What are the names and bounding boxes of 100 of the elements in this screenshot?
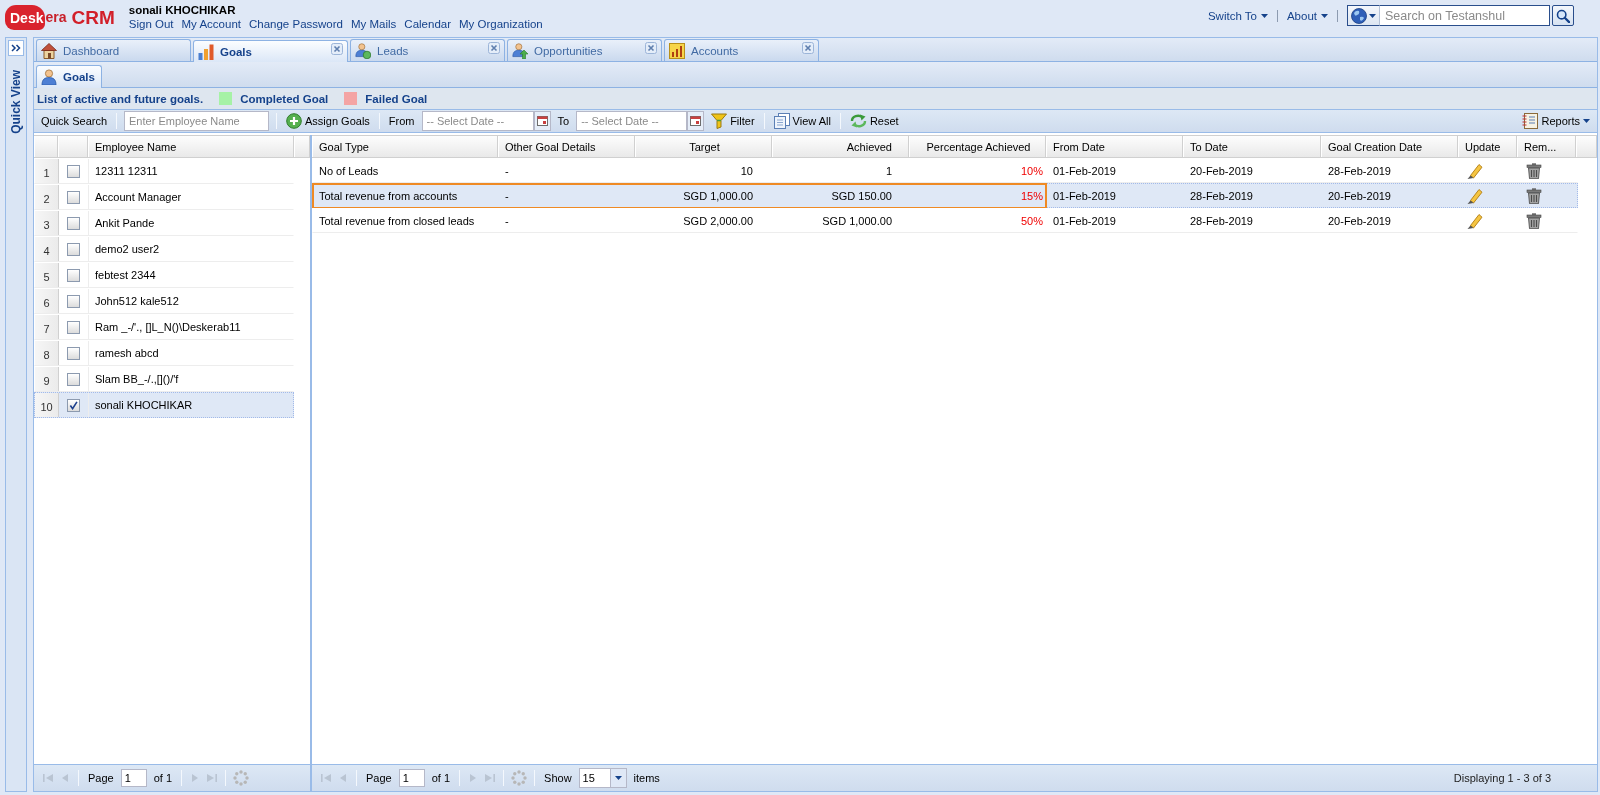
column-header[interactable]: Target: [635, 136, 772, 157]
header-link[interactable]: My Mails: [350, 18, 397, 30]
table-cell: SGD 150.00: [831, 189, 892, 202]
reports-button[interactable]: Reports: [1520, 113, 1592, 129]
reset-button[interactable]: Reset: [847, 113, 901, 129]
column-header[interactable]: To Date: [1183, 136, 1321, 157]
column-header[interactable]: Update: [1458, 136, 1517, 157]
assign-goals-button[interactable]: Assign Goals: [284, 113, 372, 129]
row-number: 2: [35, 185, 59, 209]
chart-document-icon: [669, 42, 685, 59]
row-checkbox[interactable]: [67, 190, 80, 204]
expand-button[interactable]: [8, 40, 24, 56]
dropdown-menu[interactable]: Switch To: [1207, 9, 1268, 22]
table-cell: -: [505, 214, 509, 227]
row-checkbox[interactable]: [67, 346, 80, 360]
tab[interactable]: Goals: [36, 65, 102, 88]
refresh-icon[interactable]: [233, 770, 250, 786]
row-checkbox[interactable]: [67, 164, 80, 178]
table-cell: 10: [740, 164, 753, 177]
column-header[interactable]: Rem...: [1517, 136, 1576, 157]
table-row[interactable]: 4 demo2 user2: [34, 236, 294, 262]
close-icon[interactable]: [488, 42, 500, 54]
table-cell: -: [505, 189, 509, 202]
table-row[interactable]: Total revenue from closed leads - SGD 2,000.00 SGD 1,000.00 50% 01-Feb-2019 28-Feb-2019 20-Feb-2019: [312, 208, 1578, 233]
view-all-button[interactable]: View All: [771, 113, 833, 129]
pencil-icon[interactable]: [1467, 162, 1483, 179]
product-name: CRM: [71, 7, 115, 29]
header-link[interactable]: My Account: [181, 18, 241, 30]
table-row[interactable]: 7 Ram _-/'., []L_N()\Deskerab11: [34, 314, 294, 340]
table-row[interactable]: 6 John512 kale512: [34, 288, 294, 314]
tab[interactable]: Opportunities: [507, 39, 662, 61]
row-checkbox[interactable]: [67, 294, 80, 308]
column-header[interactable]: Other Goal Details: [498, 136, 635, 157]
column-header[interactable]: Achieved: [772, 136, 909, 157]
table-row[interactable]: 2 Account Manager: [34, 184, 294, 210]
row-checkbox[interactable]: [67, 372, 80, 386]
employee-search-field[interactable]: Enter Employee Name: [124, 111, 270, 131]
header-link[interactable]: My Organization: [459, 18, 543, 30]
table-cell: SGD 1,000.00: [822, 214, 892, 227]
close-icon[interactable]: [802, 42, 814, 54]
table-cell: 50%: [1020, 214, 1043, 227]
column-header[interactable]: Employee Name: [88, 136, 294, 157]
table-row[interactable]: 10 sonali KHOCHIKAR: [34, 392, 294, 418]
quick-view-title[interactable]: Quick View: [9, 70, 23, 134]
person-icon: [41, 69, 57, 85]
row-checkbox[interactable]: [67, 398, 80, 412]
row-number: 7: [35, 315, 59, 339]
table-cell: 01-Feb-2019: [1053, 189, 1116, 202]
page-input[interactable]: 1: [398, 769, 425, 787]
table-row[interactable]: Total revenue from accounts - SGD 1,000.00 SGD 150.00 15% 01-Feb-2019 28-Feb-2019 20-Feb-2019: [312, 183, 1578, 208]
table-row[interactable]: 1 12311 12311: [34, 158, 294, 184]
calendar-icon[interactable]: [687, 111, 705, 131]
column-header[interactable]: Goal Type: [312, 136, 498, 157]
table-cell: No of Leads: [319, 164, 379, 177]
search-field[interactable]: Search on Testanshul: [1380, 5, 1550, 26]
row-number: 4: [35, 237, 59, 261]
table-row[interactable]: 9 Slam BB_-/.,[]()/'f: [34, 366, 294, 392]
table-cell: 1: [885, 164, 892, 177]
close-icon[interactable]: [331, 43, 343, 55]
house-icon: [41, 42, 57, 59]
trash-icon[interactable]: [1526, 162, 1542, 179]
header-link[interactable]: Sign Out: [128, 18, 174, 30]
row-checkbox[interactable]: [67, 268, 80, 282]
tab[interactable]: Leads: [350, 39, 505, 61]
column-header[interactable]: Goal Creation Date: [1321, 136, 1458, 157]
close-icon[interactable]: [645, 42, 657, 54]
row-checkbox[interactable]: [67, 242, 80, 256]
calendar-icon[interactable]: [533, 111, 551, 131]
table-cell: 28-Feb-2019: [1190, 214, 1253, 227]
tab[interactable]: Dashboard: [36, 39, 191, 61]
pencil-icon[interactable]: [1467, 212, 1483, 229]
trash-icon[interactable]: [1526, 187, 1542, 204]
dropdown-menu[interactable]: About: [1286, 9, 1328, 22]
search-icon: [1556, 8, 1570, 23]
date-field[interactable]: -- Select Date --: [576, 111, 688, 131]
search-scope-button[interactable]: [1347, 5, 1380, 26]
column-header[interactable]: Percentage Achieved: [909, 136, 1046, 157]
from-label: From: [388, 115, 415, 127]
tab[interactable]: Goals: [193, 40, 348, 62]
header-link[interactable]: Change Password: [249, 18, 343, 30]
column-header[interactable]: From Date: [1046, 136, 1183, 157]
table-cell: 20-Feb-2019: [1328, 189, 1391, 202]
table-row[interactable]: 5 febtest 2344: [34, 262, 294, 288]
table-cell: febtest 2344: [95, 269, 156, 281]
filter-button[interactable]: Filter: [709, 113, 757, 129]
page-input[interactable]: 1: [120, 769, 147, 787]
header-link[interactable]: Calendar: [404, 18, 451, 30]
pencil-icon[interactable]: [1467, 187, 1483, 204]
caret-icon: [1369, 13, 1376, 18]
tab[interactable]: Accounts: [664, 39, 819, 61]
search-button[interactable]: [1552, 5, 1574, 26]
page-size-select[interactable]: 15: [578, 768, 627, 788]
row-checkbox[interactable]: [67, 216, 80, 230]
trash-icon[interactable]: [1526, 212, 1542, 229]
date-field[interactable]: -- Select Date --: [421, 111, 534, 131]
refresh-icon[interactable]: [511, 770, 528, 786]
row-checkbox[interactable]: [67, 320, 80, 334]
page-count: of 1: [153, 772, 173, 784]
table-row[interactable]: 8 ramesh abcd: [34, 340, 294, 366]
table-row[interactable]: 3 Ankit Pande: [34, 210, 294, 236]
